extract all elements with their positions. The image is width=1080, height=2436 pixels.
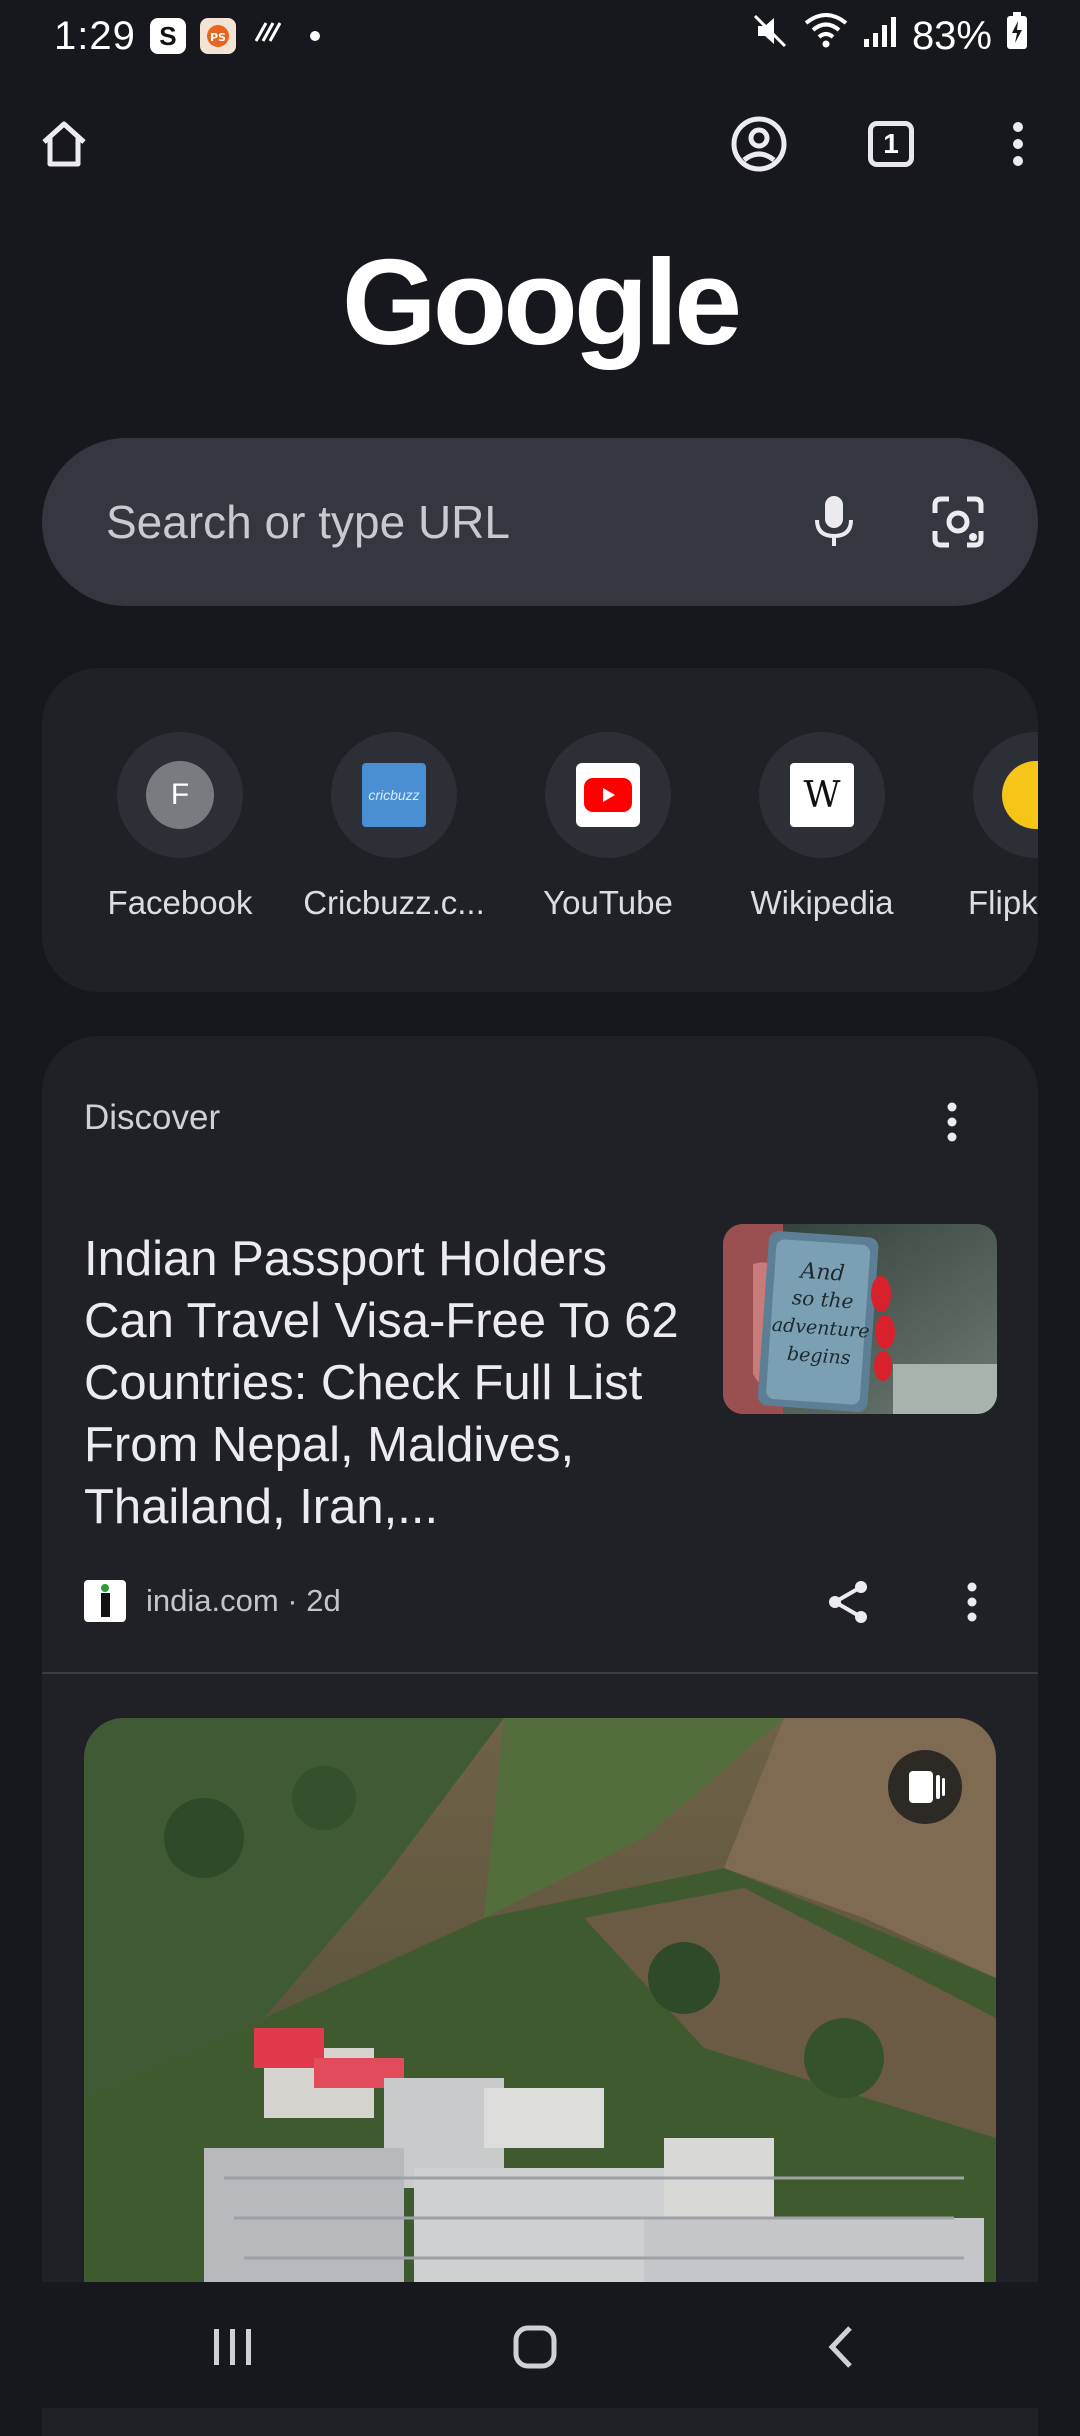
shortcut-label: Wikipedia — [750, 884, 894, 921]
status-bar: 1:29 S PS 83% — [0, 0, 1080, 72]
account-button[interactable] — [719, 104, 799, 184]
source-and-age: india.com · 2d — [146, 1583, 341, 1618]
back-icon — [828, 2326, 852, 2368]
lens-search-button[interactable] — [918, 482, 998, 562]
cricbuzz-favicon: cricbuzz — [362, 763, 426, 827]
video-icon — [909, 1771, 945, 1803]
google-lens-icon — [932, 496, 984, 548]
recent-apps-button[interactable] — [188, 2302, 278, 2392]
more-options-button[interactable] — [978, 104, 1058, 184]
shortcuts-panel: F Facebook cricbuzz Cricbuzz.c... YouTub… — [42, 668, 1038, 992]
youtube-favicon — [576, 763, 640, 827]
home-nav-button[interactable] — [490, 2302, 580, 2392]
svg-text:begins: begins — [786, 1343, 851, 1369]
svg-text:so the: so the — [791, 1285, 854, 1313]
article-thumbnail[interactable]: And so the adventure begins — [723, 1224, 997, 1414]
status-time: 1:29 — [54, 13, 136, 58]
shortcut-tile: F — [117, 732, 243, 858]
shortcut-tile: W — [759, 732, 885, 858]
svg-text:PS: PS — [210, 31, 226, 44]
article-headline[interactable]: Indian Passport Holders Can Travel Visa-… — [84, 1228, 704, 1538]
battery-charging-icon — [1006, 12, 1028, 60]
home-icon — [42, 121, 86, 167]
share-icon — [829, 1581, 867, 1623]
system-nav-bar — [0, 2282, 1080, 2408]
shortcut-youtube[interactable]: YouTube — [508, 732, 708, 922]
shortcut-label: Flipkar — [968, 884, 1038, 921]
battery-percent: 83% — [911, 13, 992, 58]
account-icon — [731, 116, 787, 172]
shortcut-flipkart[interactable]: Flipkar — [936, 732, 1038, 922]
wikipedia-favicon: W — [790, 763, 854, 827]
article-image[interactable] — [84, 1718, 996, 2318]
facebook-favicon: F — [146, 761, 214, 829]
svg-text:And: And — [798, 1259, 846, 1287]
shortcut-label: Facebook — [107, 884, 253, 921]
shortcut-tile — [545, 732, 671, 858]
discover-title: Discover — [84, 1098, 221, 1137]
wifi-icon — [804, 11, 848, 61]
shortcut-facebook[interactable]: F Facebook — [80, 732, 280, 922]
more-vert-icon — [1013, 122, 1023, 166]
shortcut-tile: cricbuzz — [331, 732, 457, 858]
google-logo: Google — [341, 234, 742, 370]
browser-toolbar: 1 — [0, 104, 1080, 184]
flipkart-favicon — [1002, 761, 1038, 829]
discover-menu-button[interactable] — [922, 1092, 982, 1152]
discover-feed: Discover Indian Passport Holders Can Tra… — [42, 1036, 1038, 2436]
video-badge — [888, 1750, 962, 1824]
notification-dot — [309, 31, 320, 41]
home-nav-icon — [513, 2325, 557, 2369]
tab-switcher-button[interactable]: 1 — [851, 104, 931, 184]
shortcut-label: YouTube — [543, 884, 673, 921]
back-button[interactable] — [796, 2302, 886, 2392]
shortcut-cricbuzz[interactable]: cricbuzz Cricbuzz.c... — [294, 732, 494, 922]
article-source: india.com · 2d — [84, 1580, 341, 1622]
search-input[interactable]: Search or type URL — [106, 495, 510, 549]
stripes-app-icon — [250, 13, 286, 59]
more-vert-icon — [947, 1102, 957, 1142]
india-com-favicon — [84, 1580, 126, 1622]
omnibox[interactable]: Search or type URL — [42, 438, 1038, 606]
s-app-icon: S — [149, 18, 186, 54]
divider — [42, 1672, 1038, 1674]
more-vert-icon — [967, 1582, 977, 1622]
signal-icon — [862, 13, 898, 59]
share-button[interactable] — [816, 1570, 880, 1634]
home-button[interactable] — [24, 104, 104, 184]
article-menu-button[interactable] — [940, 1570, 1004, 1634]
shortcut-label: Cricbuzz.c... — [303, 884, 485, 921]
mic-icon — [815, 496, 853, 546]
recent-apps-icon — [214, 2329, 251, 2365]
game-app-icon: PS — [199, 18, 236, 54]
mute-icon — [750, 11, 790, 61]
tab-count: 1 — [868, 121, 914, 167]
voice-search-button[interactable] — [794, 482, 874, 562]
shortcut-tile — [973, 732, 1038, 858]
shortcut-wikipedia[interactable]: W Wikipedia — [722, 732, 922, 922]
